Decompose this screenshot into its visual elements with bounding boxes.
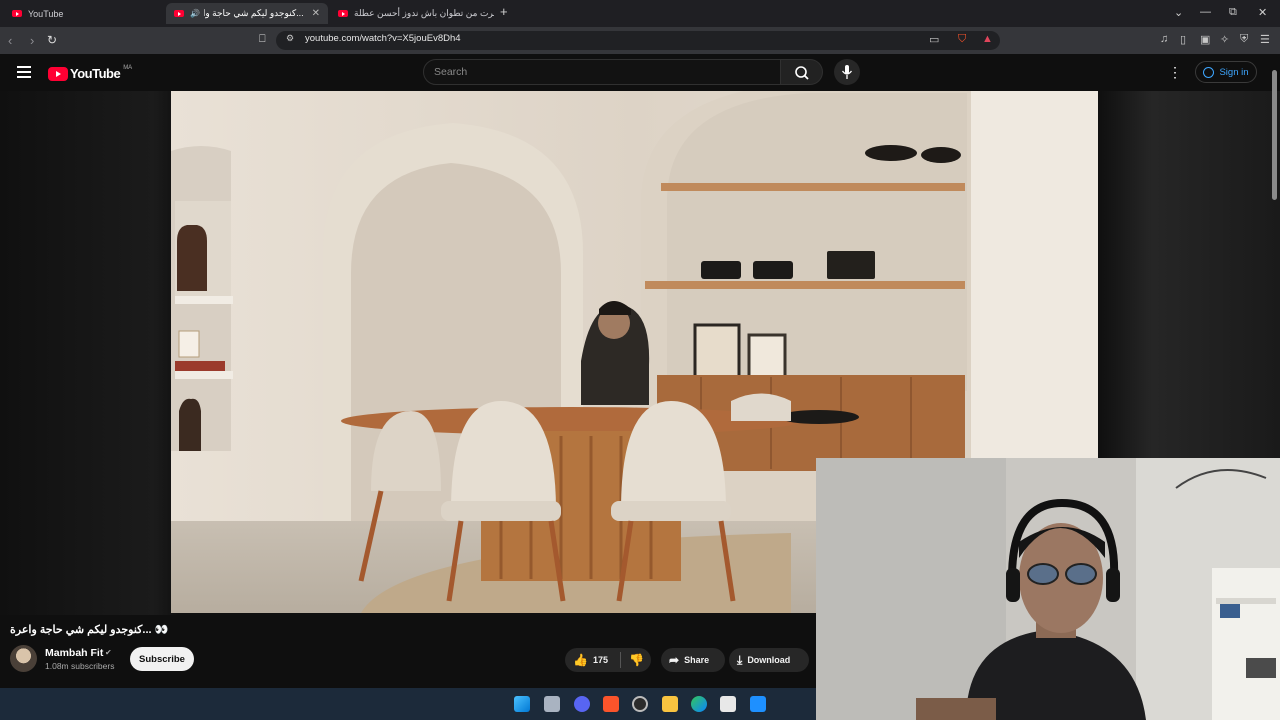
video-title: 👀 ...كنوجدو ليكم شي حاجة واعرة — [10, 624, 169, 636]
browser-toolbar: ‹ › ↻ ⎕ — [0, 27, 1280, 54]
youtube-favicon-icon — [338, 10, 348, 17]
microphone-icon — [841, 65, 853, 79]
discord-icon[interactable] — [574, 696, 590, 712]
guide-menu-icon[interactable] — [17, 66, 31, 78]
download-icon: ⤓ — [737, 652, 743, 667]
restore-icon[interactable]: ⧉ — [1229, 6, 1237, 19]
window-close-icon[interactable]: ✕ — [1258, 6, 1267, 19]
tab-travel-video[interactable]: سافرت من تطوان باش ندوز أحسن عطلة — [330, 3, 494, 24]
mail-icon[interactable] — [750, 696, 766, 712]
settings-kebab-icon[interactable]: ⋮ — [1168, 64, 1182, 81]
brave-rewards-icon[interactable]: ▲ — [982, 33, 993, 45]
speaker-icon: 🔊 — [190, 9, 200, 18]
brave-shields-icon[interactable]: ⛉ — [958, 33, 966, 46]
task-view-icon[interactable] — [544, 696, 560, 712]
logo-wordmark: YouTube — [70, 66, 121, 81]
tab-current-video[interactable]: 🔊 ...كنوجدو ليكم شي حاجة واعرة ✕ — [166, 3, 328, 24]
new-tab-button[interactable]: + — [500, 4, 508, 19]
tab-search-icon[interactable]: ⌄ — [1174, 6, 1183, 19]
country-code: MA — [123, 64, 133, 71]
dislike-icon[interactable]: 👎 — [629, 653, 644, 667]
channel-name[interactable]: Mambah Fit — [45, 647, 103, 659]
bookmark-icon[interactable]: ⎕ — [259, 33, 266, 46]
forward-icon[interactable]: › — [30, 33, 34, 48]
like-dislike-group: 👍 175 👎 — [565, 648, 651, 672]
voice-search-button[interactable] — [834, 59, 860, 85]
download-button[interactable]: ⤓ Download — [729, 648, 809, 672]
tab-title: سافرت من تطوان باش ندوز أحسن عطلة — [354, 8, 494, 18]
youtube-favicon-icon — [12, 10, 22, 17]
url-text[interactable]: youtube.com/watch?v=X5jouEv8Dh4 — [305, 33, 461, 44]
search-button[interactable] — [781, 59, 823, 85]
share-label: Share — [684, 655, 710, 665]
channel-avatar[interactable] — [10, 645, 37, 672]
account-icon — [1203, 66, 1215, 78]
share-button[interactable]: ➦ Share — [661, 648, 725, 672]
search-icon — [795, 66, 809, 80]
windows-start-icon[interactable] — [514, 696, 530, 712]
back-icon[interactable]: ‹ — [8, 33, 12, 48]
youtube-favicon-icon — [174, 10, 184, 17]
tab-close-icon[interactable]: ✕ — [312, 8, 320, 19]
youtube-play-icon — [48, 66, 68, 81]
sign-in-button[interactable]: Sign in — [1195, 61, 1257, 83]
subscribe-button[interactable]: Subscribe — [130, 647, 194, 671]
file-explorer-icon[interactable] — [662, 696, 678, 712]
page-scrollbar[interactable] — [1272, 70, 1277, 200]
media-icon[interactable]: ♫ — [1160, 33, 1168, 45]
subscriber-count: 1.08m subscribers — [45, 661, 115, 671]
like-icon[interactable]: 👍 — [573, 653, 588, 667]
microsoft-store-icon[interactable] — [720, 696, 736, 712]
minimize-icon[interactable]: — — [1200, 6, 1211, 18]
verified-icon: ✔ — [105, 648, 112, 657]
sign-in-label: Sign in — [1219, 66, 1249, 78]
vpn-icon[interactable]: ⛨ — [1240, 33, 1248, 46]
obs-icon[interactable] — [632, 696, 648, 712]
search-input[interactable] — [423, 59, 781, 85]
download-label: Download — [747, 655, 791, 665]
menu-icon[interactable]: ☰ — [1260, 33, 1270, 46]
sidebar-icon[interactable]: ▯ — [1180, 33, 1186, 46]
like-count[interactable]: 175 — [593, 655, 608, 665]
edge-icon[interactable] — [691, 696, 707, 712]
brave-browser-icon[interactable] — [603, 696, 619, 712]
reload-icon[interactable]: ↻ — [47, 33, 57, 47]
webcam-image — [816, 458, 1280, 720]
tab-title: YouTube — [28, 8, 64, 19]
site-info-icon[interactable]: ⚙ — [286, 33, 294, 44]
leo-ai-icon[interactable]: ✧ — [1220, 33, 1229, 46]
tab-title: ...كنوجدو ليكم شي حاجة واعرة — [203, 8, 304, 18]
tab-youtube[interactable]: YouTube — [4, 3, 164, 24]
youtube-logo[interactable]: YouTube MA — [48, 64, 133, 81]
webcam-overlay — [816, 458, 1280, 720]
wallet-icon[interactable]: ▣ — [1200, 33, 1210, 46]
share-icon: ➦ — [669, 653, 680, 667]
cast-icon[interactable]: ▭ — [929, 33, 939, 46]
divider — [619, 652, 621, 668]
search-placeholder: Search — [434, 66, 468, 78]
